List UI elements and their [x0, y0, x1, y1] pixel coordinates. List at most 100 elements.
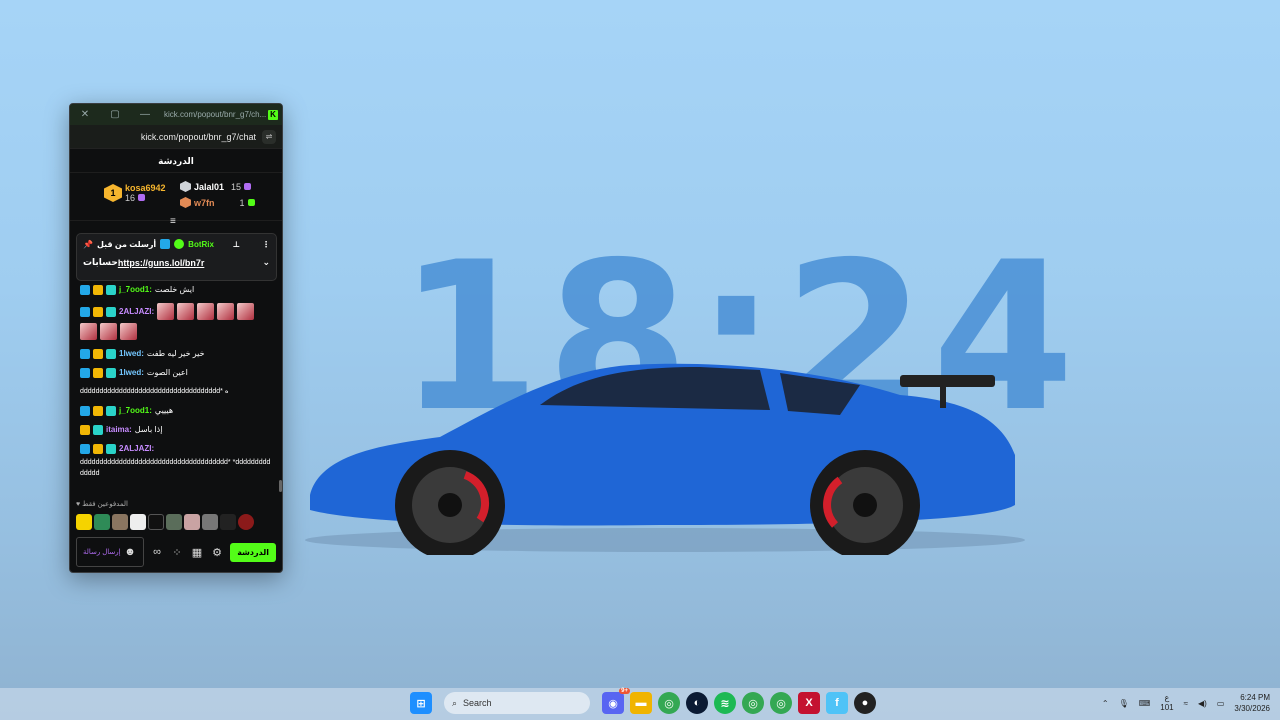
steam-icon[interactable]: ◐ [686, 692, 708, 714]
crown-badge-icon [93, 405, 103, 416]
emote-icon [120, 323, 137, 340]
leader-third[interactable]: w7fn 1 [180, 197, 255, 208]
emote-icon[interactable] [76, 514, 92, 530]
file-explorer-icon[interactable]: ▬ [630, 692, 652, 714]
leader-name: kosa6942 [125, 183, 166, 193]
emote-icon[interactable] [94, 514, 110, 530]
collapse-icon[interactable]: ≡ [170, 216, 176, 227]
sub-badge-icon [106, 367, 116, 378]
emote-icon[interactable] [148, 514, 164, 530]
microphone-icon[interactable]: 🎙 [1119, 699, 1129, 708]
unpin-icon[interactable]: ⊥ [233, 240, 240, 249]
chat-scrollbar[interactable] [279, 480, 282, 492]
leader-first[interactable]: 1 kosa6942 16 [104, 183, 166, 203]
tray-date: 3/30/2026 [1234, 704, 1270, 713]
apps-icon[interactable]: ⁘ [170, 546, 184, 559]
mod-badge-icon [80, 284, 90, 295]
site-settings-icon[interactable]: ⇌ [262, 129, 276, 144]
minimize-icon[interactable]: — [130, 109, 160, 120]
leader-count: 16 [125, 193, 136, 203]
crown-badge-icon [93, 306, 103, 317]
emote-icon [100, 323, 117, 340]
chevron-up-icon[interactable]: ⌃ [1102, 699, 1109, 708]
pinned-message[interactable]: 📌 أرسلت من قبل BotRix ⊥ ⋮ حسابات https:/… [76, 233, 277, 281]
crown-badge-icon [80, 424, 90, 435]
mod-badge-icon [80, 306, 90, 317]
chat-text: dddddddddddddddddddddddddddddddddddd* ه [80, 388, 229, 395]
chat-text: هيييي [154, 406, 174, 415]
chat-text: ايش خلصت [154, 285, 195, 294]
rank-badge-icon [180, 197, 191, 208]
chat-message: dddddddddddddddddddddddddddddddddddd* ه [80, 386, 272, 397]
infinity-icon[interactable]: ∞ [150, 546, 164, 558]
emote-icon[interactable] [166, 514, 182, 530]
spotify-icon[interactable]: ≋ [714, 692, 736, 714]
emote-bar [76, 514, 254, 530]
chat-message: 2ALJAZI: [80, 303, 272, 340]
address-bar[interactable]: kick.com/popout/bnr_g7/chat ⇌ [70, 125, 282, 149]
mod-badge-icon [80, 367, 90, 378]
emote-icon [197, 303, 215, 320]
chrome-profile-icon[interactable]: ◎ [742, 692, 764, 714]
chrome-profile-icon[interactable]: ◎ [770, 692, 792, 714]
crown-badge-icon [93, 348, 103, 359]
chat-username[interactable]: 1lwed: [119, 367, 144, 378]
chat-username[interactable]: j_7ood1: [119, 284, 152, 295]
chat-username[interactable]: 2ALJAZI: [119, 443, 154, 454]
rank-badge: 1 [104, 184, 122, 202]
emote-icon[interactable] [238, 514, 254, 530]
emote-icon [237, 303, 255, 320]
wifi-icon[interactable]: ≈ [1184, 699, 1188, 708]
app-f-icon[interactable]: f [826, 692, 848, 714]
language-indicator[interactable]: ع 101 [1160, 693, 1173, 713]
verified-icon [174, 239, 185, 249]
address-text: kick.com/popout/bnr_g7/chat [140, 131, 256, 142]
emote-icon [80, 323, 97, 340]
emote-icon[interactable] [130, 514, 146, 530]
keyboard-icon[interactable]: ⌨ [1139, 699, 1151, 708]
emoji-icon[interactable]: ☻ [123, 546, 137, 558]
chat-username[interactable]: 1lwed: [119, 348, 144, 359]
emote-icon[interactable] [112, 514, 128, 530]
gift-icon [244, 183, 252, 190]
settings-gear-icon[interactable]: ⚙ [210, 546, 224, 559]
pin-icon: 📌 [83, 239, 93, 249]
leader-second[interactable]: Jalal01 15 [180, 181, 252, 192]
emote-icon[interactable] [220, 514, 236, 530]
more-options-icon[interactable]: ⋮ [262, 240, 270, 249]
chrome-icon[interactable]: ◎ [658, 692, 680, 714]
leader-name: w7fn [194, 197, 215, 208]
chat-input[interactable]: إرسال رسالة ☻ [76, 537, 144, 567]
volume-icon[interactable]: ◀) [1198, 699, 1207, 708]
chat-username[interactable]: 2ALJAZI: [119, 306, 154, 317]
pinned-link[interactable]: https://guns.lol/bn7r [118, 258, 205, 268]
chat-username[interactable]: j_7ood1: [119, 405, 152, 416]
send-chat-button[interactable]: الدردشة [230, 542, 276, 562]
emote-icon[interactable] [184, 514, 200, 530]
leader-count: 1 [239, 197, 245, 208]
sub-badge-icon [106, 348, 116, 359]
chat-username[interactable]: itaima: [106, 424, 132, 435]
emote-icon [157, 303, 175, 320]
chat-popout-window: ✕ ▢ — kick.com/popout/bnr_g7/ch... K kic… [69, 103, 283, 573]
mod-badge-icon [80, 348, 90, 359]
expand-chevron-icon[interactable]: ⌄ [262, 257, 270, 268]
close-icon[interactable]: ✕ [70, 109, 100, 120]
sub-badge-icon [93, 424, 103, 435]
crown-badge-icon [93, 367, 103, 378]
store-icon[interactable]: ▦ [190, 546, 204, 559]
emote-icon[interactable] [202, 514, 218, 530]
battery-icon[interactable]: ▭ [1217, 699, 1225, 708]
chat-message: 2ALJAZI: ddddddddddddddddddddddddddddddd… [80, 443, 272, 479]
clock-tray[interactable]: 6:24 PM 3/30/2026 [1234, 692, 1270, 714]
start-windows-icon[interactable]: ⊞ [410, 692, 432, 714]
x-app-icon[interactable]: X [798, 692, 820, 714]
taskbar-search[interactable]: ⌕ Search [444, 692, 590, 714]
mod-badge-icon [80, 405, 90, 416]
pinned-sent-by: أرسلت من قبل [96, 239, 157, 249]
gift-icon [137, 194, 145, 201]
maximize-icon[interactable]: ▢ [100, 109, 130, 120]
mod-badge-icon [80, 443, 90, 454]
discord-icon[interactable]: ◉ 9+ [602, 688, 630, 714]
obs-icon[interactable]: ● [854, 692, 876, 714]
